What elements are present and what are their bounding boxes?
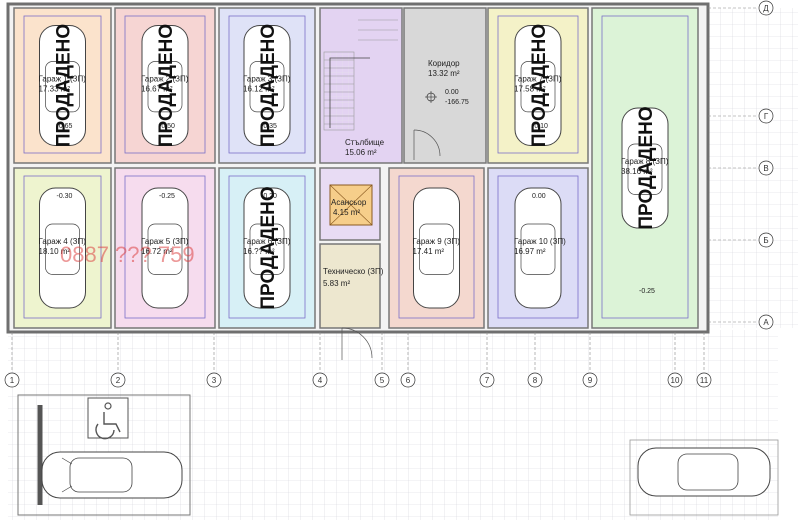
garage-label: Гараж 9 (ЗП) bbox=[413, 237, 461, 246]
garage-area: 16.97 m² bbox=[514, 247, 546, 256]
sold-stamp: ПРОДАДЕНО bbox=[156, 24, 177, 147]
elevator-area: 4.15 m² bbox=[333, 208, 360, 217]
garage-level: -0.25 bbox=[639, 288, 655, 295]
garage-g3: Гараж 3 (ЗП)16.12 m²-0.35ПРОДАДЕНО bbox=[218, 7, 316, 164]
corridor-level-2: -166.75 bbox=[445, 99, 469, 106]
sold-stamp: ПРОДАДЕНО bbox=[529, 24, 550, 147]
axis-y-label: В bbox=[763, 164, 768, 173]
stairs-area: 15.06 m² bbox=[345, 148, 377, 157]
garage-area: 17.41 m² bbox=[413, 247, 445, 256]
garage-g10: Гараж 10 (ЗП)16.97 m² 0.00 bbox=[487, 167, 589, 329]
corridor-level: 0.00 bbox=[445, 89, 459, 96]
stairs-label: Стълбище bbox=[345, 138, 385, 147]
watermark: 0887 ??? 759 bbox=[60, 242, 195, 267]
corridor-area: 13.32 m² bbox=[428, 69, 460, 78]
axis-y-label: Д bbox=[763, 4, 769, 13]
corridor-label: Коридор bbox=[428, 59, 460, 68]
axis-x-label: 6 bbox=[406, 376, 411, 385]
technical-label: Техническо (ЗП) bbox=[323, 267, 384, 276]
elevator-label: Асансьор bbox=[331, 198, 367, 207]
corridor: Коридор 13.32 m² 0.00 -166.75 bbox=[403, 7, 487, 164]
axis-x-label: 11 bbox=[700, 376, 709, 385]
car-icon bbox=[637, 447, 771, 497]
stairwell: Стълбище 15.06 m² bbox=[319, 7, 403, 164]
sold-stamp: ПРОДАДЕНО bbox=[258, 186, 279, 309]
floor-plan: Гараж 1 (ЗП)17.33 m²-0.65ПРОДАДЕНО Гараж … bbox=[0, 0, 800, 524]
garage-g6: Гараж 6 (ЗП)16.?? m²-0.20ПРОДАДЕНО bbox=[218, 167, 316, 329]
garage-label: Гараж 10 (ЗП) bbox=[514, 237, 566, 246]
garage-level: 0.00 bbox=[532, 193, 546, 200]
axis-x-label: 8 bbox=[533, 376, 538, 385]
garage-level: -0.30 bbox=[57, 193, 73, 200]
axis-x-label: 5 bbox=[380, 376, 385, 385]
axis-y-label: Г bbox=[764, 112, 769, 121]
axis-y-label: А bbox=[763, 318, 769, 327]
axis-x-label: 7 bbox=[485, 376, 490, 385]
sold-stamp: ПРОДАДЕНО bbox=[258, 24, 279, 147]
axis-x-label: 2 bbox=[116, 376, 121, 385]
garage-level: -0.25 bbox=[159, 193, 175, 200]
wheelchair-icon bbox=[87, 397, 129, 439]
garage-g8: Гараж 8 (ЗП)38.16 m²-0.25ПРОДАДЕНО bbox=[591, 7, 699, 329]
axis-x-label: 3 bbox=[212, 376, 217, 385]
axis-x-label: 4 bbox=[318, 376, 323, 385]
car-icon bbox=[41, 451, 183, 499]
garage-g9: Гараж 9 (ЗП)17.41 m² bbox=[388, 167, 485, 329]
garage-g2: Гараж 2 (ЗП)16.67 m²-0.50ПРОДАДЕНО bbox=[114, 7, 216, 164]
sold-stamp: ПРОДАДЕНО bbox=[54, 24, 75, 147]
garage-g7: Гараж 7 (ЗП)17.58 m²-0.10ПРОДАДЕНО bbox=[487, 7, 589, 164]
sold-stamp: ПРОДАДЕНО bbox=[636, 106, 657, 229]
technical-area: 5.83 m² bbox=[323, 279, 350, 288]
axis-y-label: Б bbox=[763, 236, 768, 245]
axis-x-label: 10 bbox=[671, 376, 680, 385]
axis-x-label: 9 bbox=[588, 376, 593, 385]
garage-g1: Гараж 1 (ЗП)17.33 m²-0.65ПРОДАДЕНО bbox=[13, 7, 112, 164]
elevator: Асансьор 4.15 m² bbox=[319, 167, 381, 241]
axis-x-label: 1 bbox=[10, 376, 15, 385]
